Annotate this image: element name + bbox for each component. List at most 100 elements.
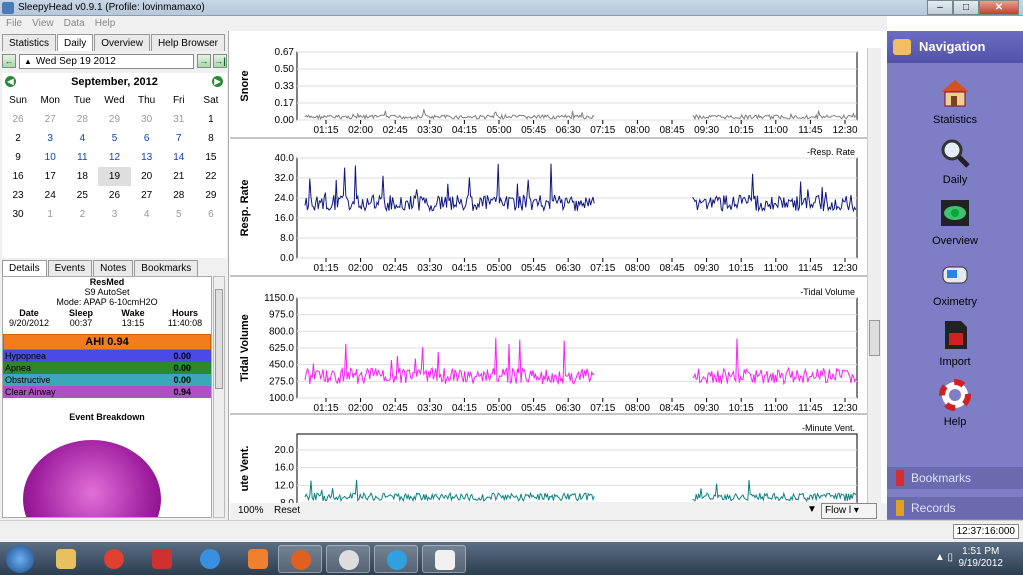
minimize-button[interactable]: ‒ xyxy=(927,0,953,15)
start-button[interactable] xyxy=(6,545,34,573)
calendar-day[interactable]: 30 xyxy=(131,110,163,129)
taskbar-ie[interactable] xyxy=(188,545,232,573)
nav-statistics[interactable]: Statistics xyxy=(887,77,1023,126)
next-month-icon[interactable]: ▶ xyxy=(212,76,223,87)
calendar-day[interactable]: 8 xyxy=(195,129,227,148)
calendar-day[interactable]: 3 xyxy=(34,129,66,148)
taskbar-media[interactable] xyxy=(236,545,280,573)
xtick-label: 01:15 xyxy=(313,403,338,414)
calendar-day[interactable]: 3 xyxy=(98,205,130,224)
tab-overview[interactable]: Overview xyxy=(94,34,150,51)
taskbar-app[interactable] xyxy=(140,545,184,573)
calendar-day[interactable]: 19 xyxy=(98,167,131,186)
calendar-day[interactable]: 30 xyxy=(2,205,34,224)
dropdown-arrow-icon[interactable]: ▼ xyxy=(807,504,817,515)
calendar-day[interactable]: 15 xyxy=(195,148,227,167)
tab-daily[interactable]: Daily xyxy=(57,34,94,51)
calendar-day[interactable]: 6 xyxy=(131,129,163,148)
date-selector[interactable]: ▲ Wed Sep 19 2012 xyxy=(19,53,194,69)
calendar-day[interactable]: 26 xyxy=(98,186,130,205)
taskbar-chrome[interactable] xyxy=(92,545,136,573)
calendar-day[interactable]: 16 xyxy=(2,167,34,186)
tab-events[interactable]: Events xyxy=(47,260,93,276)
calendar-day[interactable]: 4 xyxy=(131,205,163,224)
calendar-day[interactable]: 26 xyxy=(2,110,34,129)
menu-data[interactable]: Data xyxy=(64,16,85,31)
taskbar-sleepyhead[interactable] xyxy=(422,545,466,573)
menu-file[interactable]: File xyxy=(6,16,22,31)
machine-model: S9 AutoSet xyxy=(84,287,130,297)
next-day-button[interactable]: → xyxy=(197,54,211,68)
nav-bookmarks[interactable]: Bookmarks xyxy=(887,467,1023,489)
breakdown-title: Event Breakdown xyxy=(69,412,145,422)
calendar-day[interactable]: 28 xyxy=(163,186,195,205)
nav-overview[interactable]: Overview xyxy=(887,198,1023,247)
zoom-level: 100% xyxy=(238,505,264,516)
nav-records[interactable]: Records xyxy=(887,497,1023,519)
calendar-day[interactable]: 10 xyxy=(34,148,66,167)
calendar-day[interactable]: 9 xyxy=(2,148,34,167)
menu-help[interactable]: Help xyxy=(95,16,116,31)
prev-day-button[interactable]: ← xyxy=(2,54,16,68)
nav-oximetry[interactable]: Oximetry xyxy=(887,259,1023,308)
calendar-day[interactable]: 31 xyxy=(163,110,195,129)
reset-button[interactable]: Reset xyxy=(274,505,300,516)
menu-view[interactable]: View xyxy=(32,16,54,31)
scroll-thumb[interactable] xyxy=(215,289,223,389)
tab-help-browser[interactable]: Help Browser xyxy=(150,34,225,51)
tab-notes[interactable]: Notes xyxy=(93,260,134,276)
calendar-day[interactable]: 17 xyxy=(34,167,66,186)
calendar-day[interactable]: 5 xyxy=(163,205,195,224)
calendar-day[interactable]: 12 xyxy=(98,148,130,167)
maximize-button[interactable]: □ xyxy=(953,0,979,15)
close-button[interactable]: ✕ xyxy=(979,0,1019,15)
tab-details[interactable]: Details xyxy=(2,260,47,276)
nav-import[interactable]: Import xyxy=(887,319,1023,368)
xtick-label: 07:15 xyxy=(590,263,615,274)
details-scrollbar[interactable] xyxy=(213,276,225,518)
calendar-day[interactable]: 27 xyxy=(34,110,66,129)
xtick-label: 08:00 xyxy=(625,125,650,136)
prev-month-icon[interactable]: ◀ xyxy=(5,76,16,87)
tab-bookmarks[interactable]: Bookmarks xyxy=(134,260,199,276)
taskbar-clock-display[interactable]: 1:51 PM 9/19/2012 xyxy=(959,546,1004,570)
taskbar-clock[interactable] xyxy=(326,545,370,573)
calendar-day[interactable]: 6 xyxy=(195,205,227,224)
tab-statistics[interactable]: Statistics xyxy=(2,34,57,51)
calendar-day[interactable]: 23 xyxy=(2,186,34,205)
calendar-day[interactable]: 24 xyxy=(34,186,66,205)
calendar-day[interactable]: 7 xyxy=(163,129,195,148)
calendar-day[interactable]: 2 xyxy=(2,129,34,148)
graph-scroll-thumb[interactable] xyxy=(869,320,880,356)
calendar-day[interactable]: 28 xyxy=(66,110,98,129)
calendar-day[interactable]: 29 xyxy=(98,110,130,129)
calendar-day[interactable]: 29 xyxy=(195,186,227,205)
calendar-day[interactable]: 25 xyxy=(66,186,98,205)
calendar-day[interactable]: 21 xyxy=(163,167,195,186)
calendar-day[interactable]: 1 xyxy=(34,205,66,224)
calendar-day[interactable]: 22 xyxy=(195,167,227,186)
calendar-day[interactable]: 11 xyxy=(66,148,98,167)
calendar-day[interactable]: 5 xyxy=(98,129,130,148)
taskbar-explorer[interactable] xyxy=(44,545,88,573)
last-day-button[interactable]: →| xyxy=(213,54,227,68)
calendar-day[interactable]: 27 xyxy=(131,186,163,205)
calendar-day[interactable]: 1 xyxy=(195,110,227,129)
calendar-day[interactable]: 2 xyxy=(66,205,98,224)
taskbar-skype[interactable] xyxy=(374,545,418,573)
graph-scrollbar[interactable] xyxy=(867,48,881,503)
calendar-day[interactable]: 13 xyxy=(131,148,163,167)
calendar-day[interactable]: 20 xyxy=(131,167,163,186)
nav-daily[interactable]: Daily xyxy=(887,137,1023,186)
calendar-day[interactable]: 4 xyxy=(66,129,98,148)
taskbar-firefox[interactable] xyxy=(278,545,322,573)
flow-select[interactable]: Flow l ▾ xyxy=(821,503,877,519)
nav-help[interactable]: Help xyxy=(887,379,1023,428)
calendar-day[interactable]: 14 xyxy=(163,148,195,167)
event-row: Obstructive 0.00 xyxy=(3,374,211,386)
xtick-label: 08:45 xyxy=(659,403,684,414)
xtick-label: 09:30 xyxy=(694,263,719,274)
calendar-day[interactable]: 18 xyxy=(66,167,98,186)
xtick-label: 11:00 xyxy=(764,263,789,274)
tray-icons[interactable]: ▲ ▯ xyxy=(935,552,953,563)
